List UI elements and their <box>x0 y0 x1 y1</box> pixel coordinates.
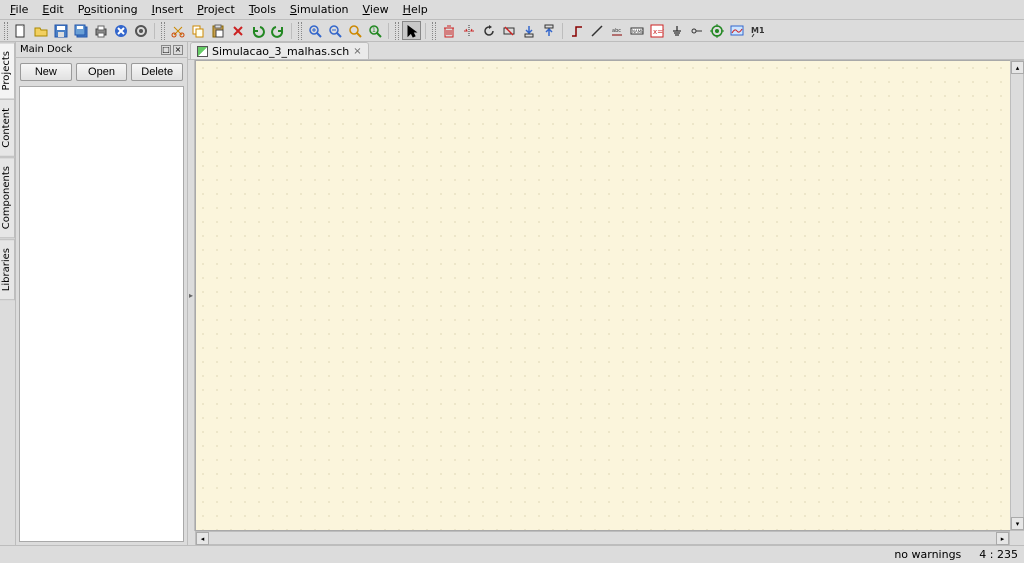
activate-toggle-button[interactable] <box>499 21 518 40</box>
menu-positioning[interactable]: Positioning <box>72 2 144 17</box>
toolbar-handle[interactable] <box>161 22 165 40</box>
status-bar: no warnings 4 : 235 <box>0 545 1024 563</box>
undo-button[interactable] <box>248 21 267 40</box>
menu-simulation[interactable]: Simulation <box>284 2 355 17</box>
port-button[interactable] <box>687 21 706 40</box>
side-tab-projects[interactable]: Projects <box>0 42 15 99</box>
menu-bar: File Edit Positioning Insert Project Too… <box>0 0 1024 20</box>
scroll-left-arrow[interactable]: ◂ <box>196 532 209 545</box>
menu-insert[interactable]: Insert <box>146 2 190 17</box>
rotate-button[interactable] <box>479 21 498 40</box>
schematic-icon <box>197 46 208 57</box>
zoom-out-button[interactable] <box>325 21 344 40</box>
scroll-right-arrow[interactable]: ▸ <box>996 532 1009 545</box>
data-display-button[interactable] <box>727 21 746 40</box>
side-tab-components[interactable]: Components <box>0 157 15 238</box>
line-tool-button[interactable] <box>587 21 606 40</box>
svg-text:M1: M1 <box>751 26 764 35</box>
menu-project[interactable]: Project <box>191 2 241 17</box>
save-button[interactable] <box>51 21 70 40</box>
new-project-button[interactable]: New <box>20 63 72 81</box>
paste-button[interactable] <box>208 21 227 40</box>
name-tool-button[interactable]: NAME <box>627 21 646 40</box>
print-button[interactable] <box>91 21 110 40</box>
mirror-button[interactable] <box>459 21 478 40</box>
delete-button[interactable] <box>228 21 247 40</box>
document-tab-label: Simulacao_3_malhas.sch <box>212 45 349 58</box>
dock-close-button[interactable]: × <box>173 45 183 55</box>
document-tab-bar: Simulacao_3_malhas.sch × <box>188 42 1024 60</box>
delete-project-button[interactable]: Delete <box>131 63 183 81</box>
menu-help[interactable]: Help <box>397 2 434 17</box>
dock-float-button[interactable]: □ <box>161 45 171 55</box>
toolbar-handle[interactable] <box>432 22 436 40</box>
status-coordinates: 4 : 235 <box>979 548 1018 561</box>
new-file-button[interactable] <box>11 21 30 40</box>
document-tab[interactable]: Simulacao_3_malhas.sch × <box>190 42 369 59</box>
marker-button[interactable]: M1 <box>747 21 766 40</box>
scroll-down-arrow[interactable]: ▾ <box>1011 517 1024 530</box>
out-hierarchy-button[interactable] <box>539 21 558 40</box>
dock-title-label: Main Dock <box>20 44 72 55</box>
menu-view[interactable]: View <box>357 2 395 17</box>
close-doc-button[interactable] <box>111 21 130 40</box>
simulate-button[interactable] <box>707 21 726 40</box>
main-area: Projects Content Components Libraries Ma… <box>0 42 1024 545</box>
open-file-button[interactable] <box>31 21 50 40</box>
wire-button[interactable] <box>567 21 586 40</box>
svg-text:abc: abc <box>612 28 621 34</box>
canvas-collapse-handle[interactable]: ▸ <box>188 60 195 531</box>
open-project-button[interactable]: Open <box>76 63 128 81</box>
scroll-up-arrow[interactable]: ▴ <box>1011 61 1024 74</box>
dock-body: New Open Delete <box>16 58 187 545</box>
svg-text:NAME: NAME <box>632 29 644 34</box>
svg-text:x=1: x=1 <box>653 28 664 36</box>
ground-button[interactable] <box>667 21 686 40</box>
into-hierarchy-button[interactable] <box>519 21 538 40</box>
status-warnings: no warnings <box>894 548 961 561</box>
side-tab-content[interactable]: Content <box>0 99 15 157</box>
menu-file[interactable]: File <box>4 2 34 17</box>
zoom-1-button[interactable]: 1 <box>365 21 384 40</box>
horizontal-scrollbar[interactable]: ◂ ▸ <box>195 531 1010 545</box>
zoom-fit-button[interactable] <box>345 21 364 40</box>
menu-tools[interactable]: Tools <box>243 2 282 17</box>
schematic-canvas[interactable] <box>195 60 1010 531</box>
zoom-in-button[interactable] <box>305 21 324 40</box>
wire-label-button[interactable]: abc <box>607 21 626 40</box>
pointer-tool-button[interactable] <box>402 21 421 40</box>
svg-text:1: 1 <box>372 27 376 34</box>
save-all-button[interactable] <box>71 21 90 40</box>
side-tab-strip: Projects Content Components Libraries <box>0 42 16 545</box>
toolbar-handle[interactable] <box>395 22 399 40</box>
editor-area: Simulacao_3_malhas.sch × ▸ ▴ ▾ ◂ ▸ <box>188 42 1024 545</box>
equation-button[interactable]: x=1 <box>647 21 666 40</box>
main-dock: Main Dock □ × New Open Delete <box>16 42 188 545</box>
side-tab-libraries[interactable]: Libraries <box>0 239 15 300</box>
copy-button[interactable] <box>188 21 207 40</box>
vertical-scrollbar[interactable]: ▴ ▾ <box>1010 60 1024 531</box>
menu-edit[interactable]: Edit <box>36 2 69 17</box>
cut-button[interactable] <box>168 21 187 40</box>
delete-tool-button[interactable] <box>439 21 458 40</box>
document-tab-close[interactable]: × <box>353 46 361 57</box>
toolbar-handle[interactable] <box>4 22 8 40</box>
settings-button[interactable] <box>131 21 150 40</box>
redo-button[interactable] <box>268 21 287 40</box>
toolbar: 1 abc NAME x=1 <box>0 20 1024 42</box>
projects-list[interactable] <box>19 86 184 542</box>
dock-title-bar: Main Dock □ × <box>16 42 187 58</box>
toolbar-handle[interactable] <box>298 22 302 40</box>
